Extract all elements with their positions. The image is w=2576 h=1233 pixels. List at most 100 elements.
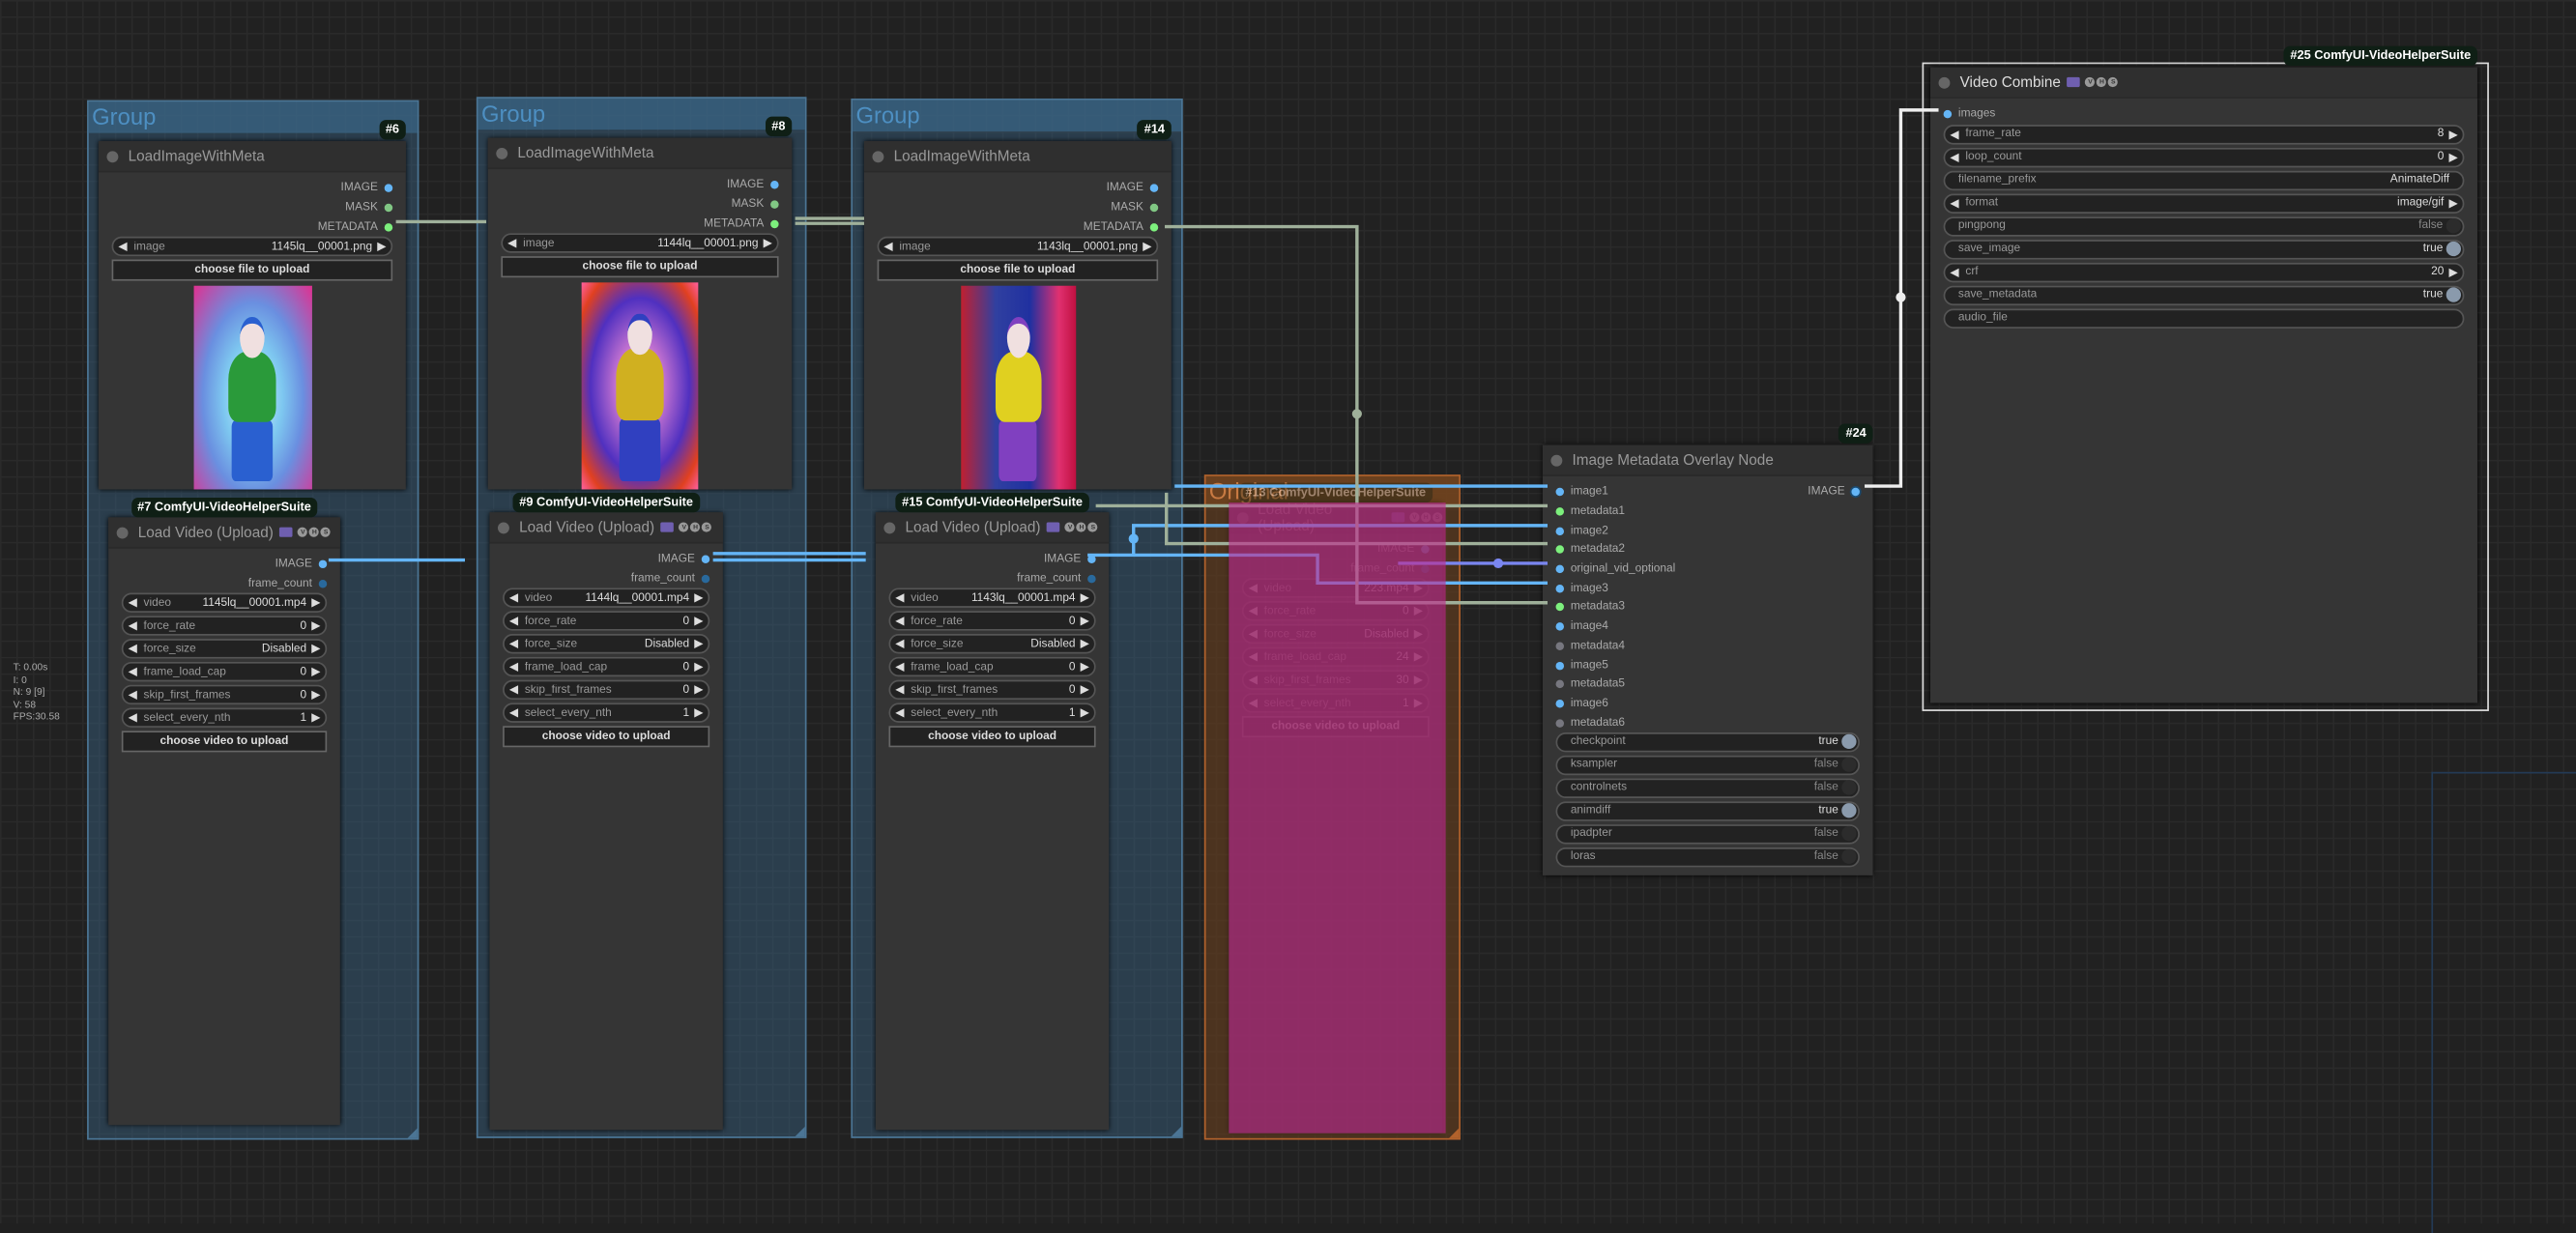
- toggle-knob-icon[interactable]: [1841, 734, 1857, 750]
- arrow-left-icon[interactable]: ◀: [1945, 128, 1963, 141]
- arrow-left-icon[interactable]: ◀: [1244, 605, 1262, 618]
- widget-loop_count[interactable]: ◀ loop_count 0 ▶: [1943, 147, 2465, 167]
- arrow-left-icon[interactable]: ◀: [505, 684, 523, 697]
- arrow-left-icon[interactable]: ◀: [505, 706, 523, 720]
- widget-video[interactable]: ◀ video 1144lq__00001.mp4 ▶: [503, 588, 710, 609]
- output-slot[interactable]: frame_count: [1350, 559, 1442, 579]
- arrow-left-icon[interactable]: ◀: [1244, 697, 1262, 710]
- arrow-right-icon[interactable]: ▶: [1076, 684, 1094, 697]
- arrow-right-icon[interactable]: ▶: [689, 615, 708, 628]
- upload-button[interactable]: choose video to upload: [121, 731, 328, 754]
- node-title-bar[interactable]: Load Video (Upload) V H S: [875, 512, 1110, 544]
- collapse-dot-icon[interactable]: [1236, 511, 1248, 524]
- output-slot[interactable]: frame_count: [1017, 569, 1109, 588]
- arrow-right-icon[interactable]: ▶: [1076, 591, 1094, 605]
- toggle-knob-icon[interactable]: [2446, 287, 2462, 303]
- output-slot[interactable]: frame_count: [248, 574, 340, 593]
- arrow-left-icon[interactable]: ◀: [1244, 674, 1262, 687]
- arrow-left-icon[interactable]: ◀: [890, 706, 909, 720]
- node-n9[interactable]: Load Video (Upload) V H S IMAGE frame_count ◀ v…: [489, 512, 723, 1131]
- output-slot[interactable]: IMAGE: [275, 555, 340, 574]
- node-n14[interactable]: LoadImageWithMeta IMAGE MASK METADATA ◀ image…: [863, 141, 1172, 490]
- arrow-left-icon[interactable]: ◀: [123, 643, 141, 656]
- arrow-right-icon[interactable]: ▶: [2444, 151, 2462, 164]
- input-slot[interactable]: image4: [1543, 617, 1608, 637]
- output-dot-icon[interactable]: [1087, 556, 1096, 564]
- output-dot-icon[interactable]: [701, 556, 710, 564]
- collapse-dot-icon[interactable]: [1550, 453, 1563, 466]
- arrow-left-icon[interactable]: ◀: [503, 237, 521, 250]
- widget-force_rate[interactable]: ◀ force_rate 0 ▶: [121, 616, 328, 637]
- widget-force_size[interactable]: ◀ force_size Disabled ▶: [121, 639, 328, 660]
- link-midpoint-icon[interactable]: [1896, 292, 1906, 302]
- widget-crf[interactable]: ◀ crf 20 ▶: [1943, 262, 2465, 282]
- node-n25[interactable]: Video Combine V H Simages ◀ frame_rate 8 ▶ ◀ loop…: [1930, 67, 2477, 703]
- collapse-dot-icon[interactable]: [497, 521, 509, 533]
- output-dot-icon[interactable]: [1421, 564, 1430, 574]
- input-dot-icon[interactable]: [1555, 661, 1565, 670]
- collapse-dot-icon[interactable]: [106, 150, 119, 162]
- input-dot-icon[interactable]: [1555, 564, 1565, 574]
- arrow-left-icon[interactable]: ◀: [890, 591, 909, 605]
- arrow-left-icon[interactable]: ◀: [1244, 628, 1262, 642]
- output-slot[interactable]: MASK: [1111, 198, 1172, 217]
- arrow-left-icon[interactable]: ◀: [505, 615, 523, 628]
- input-dot-icon[interactable]: [1555, 622, 1565, 631]
- output-slot[interactable]: METADATA: [704, 215, 792, 234]
- input-slot[interactable]: image5: [1543, 655, 1608, 674]
- output-dot-icon[interactable]: [770, 181, 779, 190]
- arrow-right-icon[interactable]: ▶: [2444, 128, 2462, 141]
- output-dot-icon[interactable]: [1087, 574, 1096, 584]
- node-title-bar[interactable]: LoadImageWithMeta: [98, 141, 406, 173]
- input-dot-icon[interactable]: [1555, 545, 1565, 555]
- arrow-right-icon[interactable]: ▶: [689, 638, 708, 651]
- output-dot-icon[interactable]: [701, 574, 710, 584]
- widget-force_rate[interactable]: ◀ force_rate 0 ▶: [503, 611, 710, 632]
- arrow-right-icon[interactable]: ▶: [1409, 582, 1428, 595]
- collapse-dot-icon[interactable]: [496, 147, 508, 159]
- arrow-right-icon[interactable]: ▶: [306, 619, 325, 633]
- widget-select_every_nth[interactable]: ◀ select_every_nth 1 ▶: [888, 703, 1096, 724]
- widget-skip_first_frames[interactable]: ◀ skip_first_frames 0 ▶: [121, 685, 328, 705]
- arrow-left-icon[interactable]: ◀: [1945, 266, 1963, 279]
- output-dot-icon[interactable]: [1149, 222, 1159, 232]
- arrow-right-icon[interactable]: ▶: [1409, 605, 1428, 618]
- arrow-left-icon[interactable]: ◀: [505, 591, 523, 605]
- input-slot[interactable]: metadata6: [1543, 713, 1625, 732]
- widget-checkpoint[interactable]: checkpoint true: [1555, 731, 1860, 753]
- collapse-dot-icon[interactable]: [1938, 76, 1951, 88]
- output-slot[interactable]: IMAGE: [658, 550, 723, 569]
- arrow-right-icon[interactable]: ▶: [1076, 706, 1094, 720]
- widget-frame_rate[interactable]: ◀ frame_rate 8 ▶: [1943, 124, 2465, 145]
- node-n13[interactable]: Load Video (Upload) V H S IMAGE frame_count ◀ v…: [1229, 501, 1443, 1133]
- collapse-dot-icon[interactable]: [872, 150, 884, 162]
- arrow-left-icon[interactable]: ◀: [890, 684, 909, 697]
- output-dot-icon[interactable]: [1149, 203, 1159, 213]
- arrow-left-icon[interactable]: ◀: [1945, 151, 1963, 164]
- node-n6[interactable]: LoadImageWithMeta IMAGE MASK METADATA ◀ image…: [98, 141, 406, 490]
- arrow-right-icon[interactable]: ▶: [1409, 697, 1428, 710]
- toggle-knob-icon[interactable]: [1841, 803, 1857, 819]
- upload-button[interactable]: choose file to upload: [877, 259, 1159, 281]
- toggle-knob-icon[interactable]: [1841, 758, 1857, 773]
- collapse-dot-icon[interactable]: [883, 521, 896, 533]
- output-slot[interactable]: frame_count: [631, 569, 723, 588]
- arrow-left-icon[interactable]: ◀: [1244, 582, 1262, 595]
- output-dot-icon[interactable]: [770, 219, 779, 228]
- input-dot-icon[interactable]: [1555, 488, 1565, 497]
- arrow-right-icon[interactable]: ▶: [759, 237, 777, 250]
- input-dot-icon[interactable]: [1555, 603, 1565, 613]
- arrow-left-icon[interactable]: ◀: [123, 619, 141, 633]
- node-graph-canvas[interactable]: T: 0.00s I: 0 N: 9 [9] V: 58 FPS:30.58 G…: [0, 0, 2576, 1233]
- toggle-knob-icon[interactable]: [1841, 826, 1857, 842]
- arrow-right-icon[interactable]: ▶: [1409, 628, 1428, 642]
- node-title-bar[interactable]: Image Metadata Overlay Node: [1542, 444, 1873, 476]
- widget-force_size[interactable]: ◀ force_size Disabled ▶: [888, 634, 1096, 655]
- widget-video[interactable]: ◀ video 1143lq__00001.mp4 ▶: [888, 588, 1096, 609]
- upload-button[interactable]: choose video to upload: [1241, 716, 1430, 738]
- arrow-right-icon[interactable]: ▶: [689, 706, 708, 720]
- output-dot-icon[interactable]: [318, 580, 328, 588]
- input-slot[interactable]: metadata1: [1543, 502, 1625, 522]
- widget-frame_load_cap[interactable]: ◀ frame_load_cap 24 ▶: [1241, 647, 1430, 668]
- widget-controlnets[interactable]: controlnets false: [1555, 778, 1860, 798]
